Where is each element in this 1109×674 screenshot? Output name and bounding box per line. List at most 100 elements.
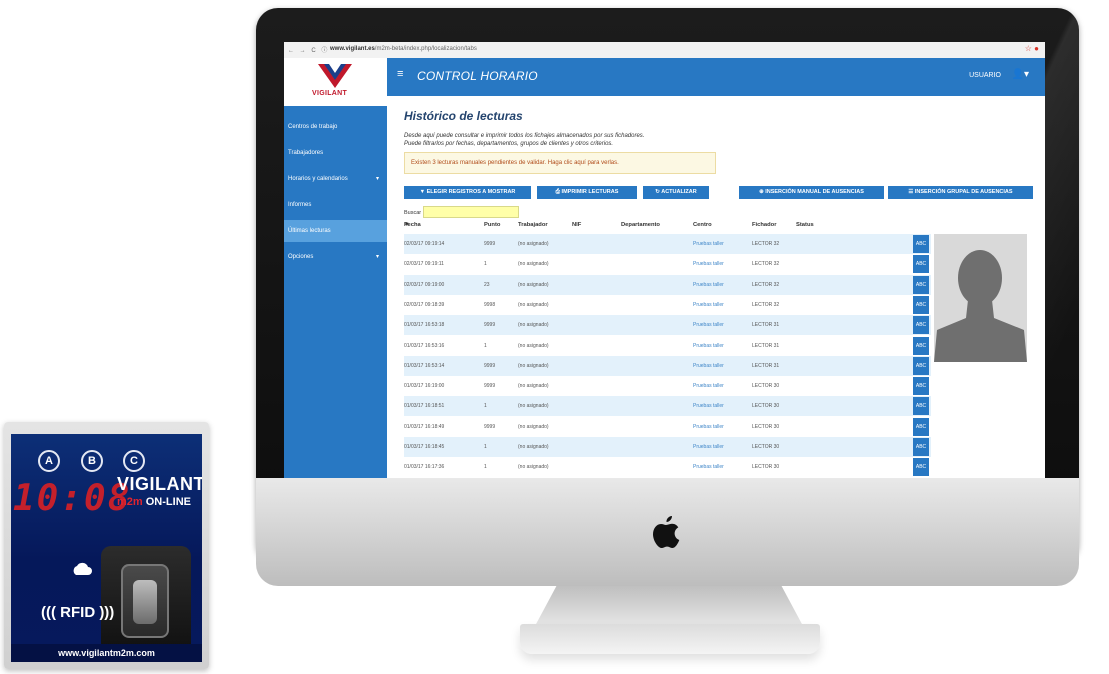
table-row[interactable]: 02/03/17 09:19:14 9999 (no asignado) Prueba… xyxy=(404,234,931,254)
page-title: Histórico de lecturas xyxy=(404,109,523,123)
cell-centro[interactable]: Pruebas taller xyxy=(693,343,724,349)
table-row[interactable]: 01/03/17 16:19:00 9999 (no asignado) Prueba… xyxy=(404,376,931,396)
column-header-centro[interactable]: Centro xyxy=(693,222,712,228)
sidebar-item-ultimas-lecturas[interactable]: Últimas lecturas xyxy=(284,220,387,242)
imac-stand-base xyxy=(520,624,820,654)
cell-centro[interactable]: Pruebas taller xyxy=(693,363,724,369)
url-domain: www.vigilant.es xyxy=(330,46,375,52)
abc-button[interactable]: ABC xyxy=(913,275,929,294)
cell-trabajador: (no asignado) xyxy=(518,383,549,390)
column-header-status[interactable]: Status xyxy=(796,222,814,228)
cell-fecha: 01/03/17 16:53:14 xyxy=(404,362,445,369)
cell-centro[interactable]: Pruebas taller xyxy=(693,383,724,389)
sidebar-item-trabajadores[interactable]: Trabajadores xyxy=(284,142,387,164)
cell-centro[interactable]: Pruebas taller xyxy=(693,424,724,430)
table-row[interactable]: 01/03/17 16:18:45 1 (no asignado) Pruebas t… xyxy=(404,437,931,457)
cell-centro[interactable]: Pruebas taller xyxy=(693,403,724,409)
table-row[interactable]: 02/03/17 09:19:00 23 (no asignado) Pruebas … xyxy=(404,274,931,295)
table-row[interactable]: 01/03/17 16:53:16 1 (no asignado) Pruebas t… xyxy=(404,336,931,356)
address-bar[interactable]: www.vigilant.es/m2m-beta/index.php/local… xyxy=(330,46,477,52)
search-input[interactable] xyxy=(423,206,519,218)
abc-button[interactable]: ABC xyxy=(913,377,929,396)
actualizar-button[interactable]: ↻ ACTUALIZAR xyxy=(643,186,709,199)
filter-icon: ▼ xyxy=(419,189,427,195)
button-label: INSERCIÓN GRUPAL DE AUSENCIAS xyxy=(914,189,1013,195)
abc-button[interactable]: ABC xyxy=(913,397,929,416)
abc-button[interactable]: ABC xyxy=(913,316,929,335)
cell-fichador: LECTOR 31 xyxy=(752,342,780,349)
abc-button[interactable]: ABC xyxy=(913,458,929,477)
cell-centro[interactable]: Pruebas taller xyxy=(693,282,724,288)
cell-centro[interactable]: Pruebas taller xyxy=(693,322,724,328)
fingerprint-reader[interactable] xyxy=(101,546,191,650)
page-description: Desde aquí puede consultar e imprimir to… xyxy=(404,132,644,148)
insercion-grupal-button[interactable]: ☰ INSERCIÓN GRUPAL DE AUSENCIAS xyxy=(888,186,1033,199)
sidebar-item-horarios[interactable]: Horarios y calendarios ▾ xyxy=(284,168,387,190)
table-row[interactable]: 01/03/17 16:53:18 9999 (no asignado) Prueba… xyxy=(404,315,931,336)
terminal-button-b[interactable]: B xyxy=(81,450,103,472)
column-header-trabajador[interactable]: Trabajador xyxy=(518,222,548,228)
cell-fichador: LECTOR 31 xyxy=(752,322,780,329)
menu-icon[interactable]: ≡ xyxy=(397,68,403,80)
cell-centro[interactable]: Pruebas taller xyxy=(693,444,724,450)
cell-trabajador: (no asignado) xyxy=(518,342,549,349)
cell-centro[interactable]: Pruebas taller xyxy=(693,261,724,267)
imprimir-lecturas-button[interactable]: ⎙ IMPRIMIR LECTURAS xyxy=(537,186,637,199)
terminal-button-c[interactable]: C xyxy=(123,450,145,472)
browser-nav-icons[interactable]: ← → C ⓘ xyxy=(288,45,329,54)
cell-fichador: LECTOR 30 xyxy=(752,403,780,410)
description-line: Desde aquí puede consultar e imprimir to… xyxy=(404,133,645,139)
abc-button[interactable]: ABC xyxy=(913,356,929,375)
cell-fichador: LECTOR 30 xyxy=(752,423,780,430)
apple-logo-icon xyxy=(653,516,680,548)
table-row[interactable]: 02/03/17 09:18:39 9998 (no asignado) Prueba… xyxy=(404,295,931,315)
user-icon[interactable]: 👤▾ xyxy=(1012,69,1029,80)
column-header-nif[interactable]: NIF xyxy=(572,222,581,228)
sidebar-item-informes[interactable]: Informes xyxy=(284,194,387,216)
button-label: ELEGIR REGISTROS A MOSTRAR xyxy=(426,189,516,195)
cell-punto: 1 xyxy=(484,444,487,450)
browser-toolbar: ← → C ⓘ www.vigilant.es/m2m-beta/index.p… xyxy=(284,42,1045,59)
table-row[interactable]: 01/03/17 16:53:14 9999 (no asignado) Prueba… xyxy=(404,355,931,376)
column-header-punto[interactable]: Punto xyxy=(484,222,500,228)
table-row[interactable]: 02/03/17 09:19:11 1 (no asignado) Pruebas t… xyxy=(404,254,931,274)
abc-button[interactable]: ABC xyxy=(913,438,929,456)
vigilant-terminal: A B C 10:08 VIGILANT m2m ON-LINE ((( RFI… xyxy=(4,422,209,669)
cell-fichador: LECTOR 32 xyxy=(752,241,780,247)
column-header-fichador[interactable]: Fichador xyxy=(752,222,776,228)
cell-centro[interactable]: Pruebas taller xyxy=(693,302,724,308)
pending-alert[interactable]: Existen 3 lecturas manuales pendientes d… xyxy=(404,152,716,174)
cell-trabajador: (no asignado) xyxy=(518,464,549,471)
elegir-registros-button[interactable]: ▼ ELEGIR REGISTROS A MOSTRAR xyxy=(404,186,531,199)
sidebar-item-label: Centros de trabajo xyxy=(288,124,338,130)
abc-button[interactable]: ABC xyxy=(913,235,929,253)
table-row[interactable]: 01/03/17 16:17:36 1 (no asignado) Pruebas t… xyxy=(404,457,931,477)
cell-trabajador: (no asignado) xyxy=(518,281,549,288)
abc-button[interactable]: ABC xyxy=(913,255,929,274)
cell-fecha: 01/03/17 16:18:45 xyxy=(404,444,445,450)
logo[interactable]: VIGILANT xyxy=(284,58,387,106)
terminal-brand: VIGILANT xyxy=(117,474,202,494)
topbar: ≡ CONTROL HORARIO USUARIO 👤▾ xyxy=(387,58,1045,96)
cell-centro[interactable]: Pruebas taller xyxy=(693,464,724,470)
cell-fecha: 01/03/17 16:53:16 xyxy=(404,342,445,349)
user-menu[interactable]: USUARIO xyxy=(969,72,1001,79)
abc-button[interactable]: ABC xyxy=(913,295,929,314)
sidebar-item-centros[interactable]: Centros de trabajo xyxy=(284,116,387,138)
column-header-departamento[interactable]: Departamento xyxy=(621,222,660,228)
cell-fecha: 02/03/17 09:18:39 xyxy=(404,301,445,308)
abc-button[interactable]: ABC xyxy=(913,417,929,436)
insercion-manual-button[interactable]: ⊕ INSERCIÓN MANUAL DE AUSENCIAS xyxy=(739,186,884,199)
vigilant-logo-icon xyxy=(318,64,352,88)
extension-icon[interactable]: ☆ ● xyxy=(1025,44,1039,53)
cell-punto: 9999 xyxy=(484,362,496,369)
cell-punto: 9999 xyxy=(484,423,496,430)
table-row[interactable]: 01/03/17 16:18:51 1 (no asignado) Pruebas t… xyxy=(404,396,931,417)
table-row[interactable]: 01/03/17 16:18:49 9999 (no asignado) Prueba… xyxy=(404,417,931,437)
cell-punto: 1 xyxy=(484,342,487,349)
sidebar-item-opciones[interactable]: Opciones ▾ xyxy=(284,246,387,268)
abc-button[interactable]: ABC xyxy=(913,336,929,355)
cell-trabajador: (no asignado) xyxy=(518,423,549,430)
cell-centro[interactable]: Pruebas taller xyxy=(693,241,724,247)
terminal-button-a[interactable]: A xyxy=(38,450,60,472)
